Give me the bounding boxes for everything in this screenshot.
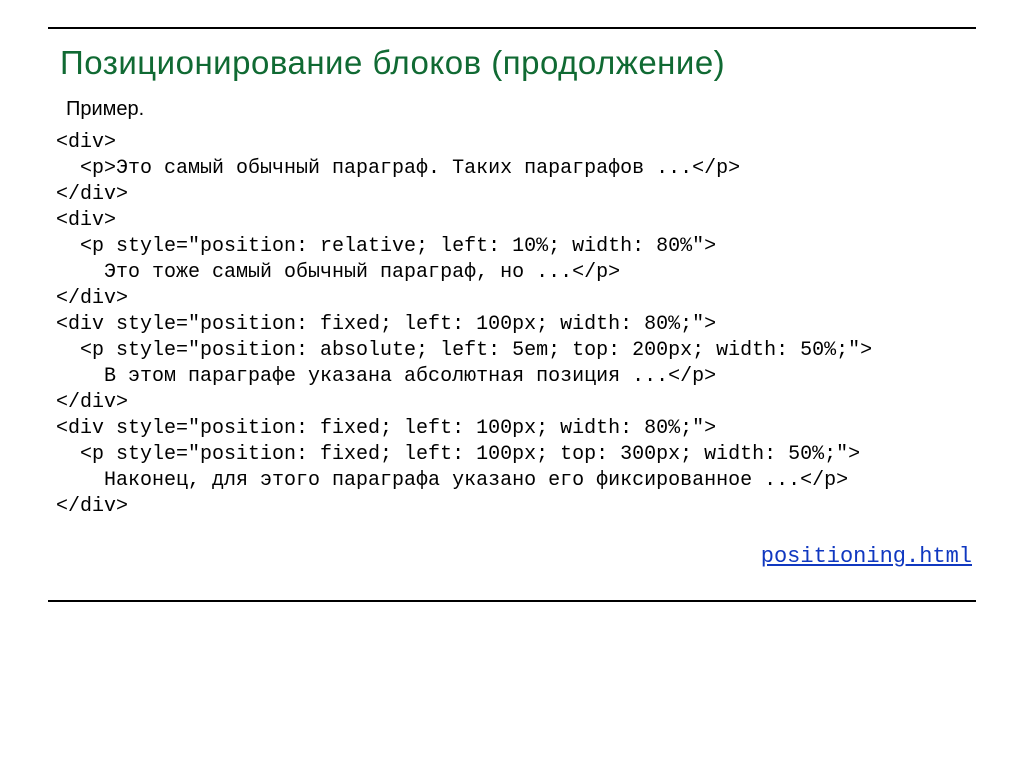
top-rule [48,27,976,29]
positioning-link[interactable]: positioning.html [761,544,972,569]
example-label: Пример. [66,98,144,121]
slide: Позиционирование блоков (продолжение) Пр… [0,0,1024,768]
code-block: <div> <p>Это самый обычный параграф. Так… [56,130,984,520]
slide-title: Позиционирование блоков (продолжение) [60,44,725,82]
bottom-rule [48,600,976,602]
